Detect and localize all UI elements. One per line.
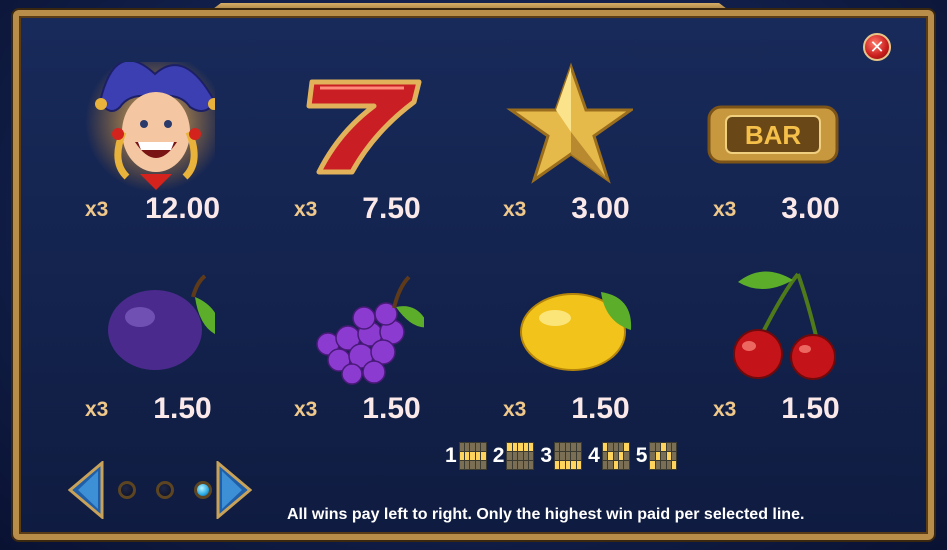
payline-pattern-icon	[506, 442, 535, 470]
star-icon	[506, 62, 633, 184]
paylines-legend: 1 2 3 4 5	[445, 441, 683, 471]
multiplier-label: x3	[503, 398, 527, 421]
multiplier-label: x3	[713, 398, 737, 421]
multiplier-label: x3	[294, 198, 318, 221]
payline-number: 4	[588, 444, 600, 467]
page-indicator	[118, 481, 212, 499]
cherries-icon	[733, 271, 836, 380]
page-dot[interactable]	[194, 481, 212, 499]
payout-value: 7.50	[362, 192, 421, 225]
lemon-icon	[520, 292, 632, 371]
page-dot[interactable]	[156, 481, 174, 499]
payline-pattern-icon	[554, 442, 583, 470]
seven-icon	[306, 79, 422, 175]
multiplier-label: x3	[503, 198, 527, 221]
payline-number: 2	[492, 444, 505, 467]
multiplier-label: x3	[85, 398, 109, 421]
page-dot[interactable]	[118, 481, 136, 499]
paytable-cell-jester: x3 12.00	[15, 62, 220, 225]
plum-icon	[108, 274, 215, 370]
next-page-button[interactable]	[216, 461, 252, 519]
payout-value: 12.00	[144, 192, 221, 225]
payline-pattern-icon	[601, 442, 630, 470]
paytable-cell-bar: BAR x3 3.00	[643, 62, 843, 225]
jester-icon	[85, 62, 215, 192]
bar-icon: BAR	[707, 105, 839, 164]
payline-number: 1	[445, 444, 457, 467]
multiplier-label: x3	[713, 198, 737, 221]
payout-value: 1.50	[153, 392, 212, 425]
paytable-cell-plum: x3 1.50	[15, 262, 215, 425]
close-icon: ✕	[869, 37, 885, 57]
payline-pattern-icon	[458, 442, 487, 470]
payout-value: 1.50	[362, 392, 421, 425]
payline-number: 5	[635, 444, 648, 467]
paytable-cell-seven: x3 7.50	[224, 62, 424, 225]
multiplier-label: x3	[294, 398, 318, 421]
multiplier-label: x3	[85, 198, 109, 221]
payline-pattern-icon	[649, 442, 678, 470]
paytable-cell-cherries: x3 1.50	[643, 262, 843, 425]
payout-value: 3.00	[781, 192, 840, 225]
bar-label: BAR	[745, 120, 802, 150]
grapes-icon	[316, 275, 424, 385]
paytable-cell-lemon: x3 1.50	[433, 262, 633, 425]
payout-value: 3.00	[571, 192, 630, 225]
payout-value: 1.50	[571, 392, 630, 425]
paytable-screen: ✕ x3 12.00 x3 7.50 x3 3.00 BAR x3 3.00 x…	[0, 0, 947, 550]
close-button[interactable]: ✕	[863, 33, 891, 61]
paytable-cell-grapes: x3 1.50	[224, 262, 424, 425]
payout-value: 1.50	[781, 392, 840, 425]
rules-text: All wins pay left to right. Only the hig…	[287, 506, 805, 523]
previous-page-button[interactable]	[68, 461, 104, 519]
payline-number: 3	[540, 444, 553, 467]
paytable-cell-star: x3 3.00	[433, 62, 633, 225]
